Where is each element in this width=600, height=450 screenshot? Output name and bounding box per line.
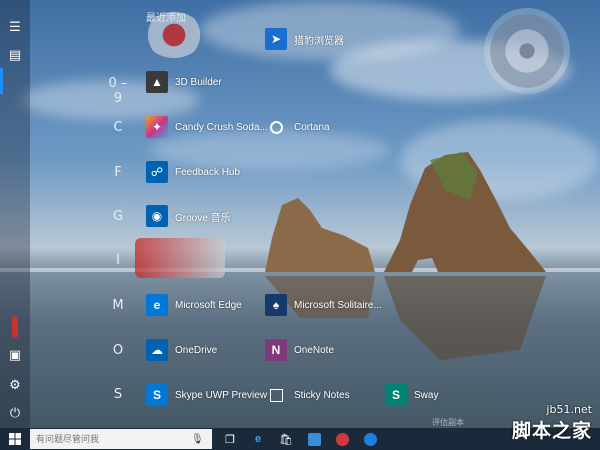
onenote-icon: N xyxy=(265,339,287,361)
power-icon[interactable]: ⏻ xyxy=(0,398,30,428)
skype-icon: S xyxy=(146,384,168,406)
cheetah-browser-icon: ➤ xyxy=(265,28,287,50)
sticky-notes-icon xyxy=(265,384,287,406)
section-letter-o[interactable]: O xyxy=(108,343,128,358)
solitaire-icon: ♠ xyxy=(265,294,287,316)
app-skype[interactable]: S Skype UWP Preview xyxy=(146,380,267,410)
app-microsoft-edge[interactable]: e Microsoft Edge xyxy=(146,290,242,320)
app-icon-2[interactable] xyxy=(328,428,356,450)
app-onedrive[interactable]: ☁ OneDrive xyxy=(146,335,217,365)
app-cortana[interactable]: Cortana xyxy=(265,112,330,142)
edge-icon: e xyxy=(146,294,168,316)
search-input[interactable] xyxy=(36,434,191,444)
candy-crush-icon: ✦ xyxy=(146,116,168,138)
section-letter-g[interactable]: G xyxy=(108,209,128,224)
onedrive-icon: ☁ xyxy=(146,339,168,361)
cortana-search-box[interactable]: 🎙 xyxy=(30,429,212,449)
taskbar: 🎙 ❐ e 🛍 xyxy=(0,428,600,450)
user-icon[interactable] xyxy=(0,312,30,342)
section-letter-c[interactable]: C xyxy=(108,120,128,135)
cortana-icon xyxy=(265,116,287,138)
section-letter-f[interactable]: F xyxy=(108,165,128,180)
app-onenote[interactable]: N OneNote xyxy=(265,335,334,365)
app-cheetah-browser[interactable]: ➤ 猎豹浏览器 xyxy=(265,24,344,54)
documents-icon[interactable]: ▣ xyxy=(0,340,30,370)
store-icon[interactable]: 🛍 xyxy=(272,428,300,450)
app-microsoft-solitaire[interactable]: ♠ Microsoft Solitaire... xyxy=(265,290,382,320)
3d-builder-icon: ▲ xyxy=(146,71,168,93)
settings-icon[interactable]: ⚙ xyxy=(0,370,30,400)
ghost-swirl xyxy=(484,8,570,94)
watermark-name: 脚本之家 xyxy=(511,421,592,442)
app-groove-music[interactable]: ◉ Groove 音乐 xyxy=(146,201,231,231)
app-icon-3[interactable] xyxy=(356,428,384,450)
all-apps-icon[interactable]: ▤ xyxy=(0,40,30,70)
watermark-site: jb51.net xyxy=(546,403,592,416)
app-candy-crush[interactable]: ✦ Candy Crush Soda... xyxy=(146,112,268,142)
groove-music-icon: ◉ xyxy=(146,205,168,227)
hamburger-menu-icon[interactable]: ☰ xyxy=(0,12,30,42)
ghost-swirl xyxy=(135,238,225,278)
app-sway[interactable]: S Sway xyxy=(385,380,438,410)
evaluation-copy-text: 评估副本 xyxy=(432,418,464,427)
windows-logo-icon xyxy=(9,433,21,445)
section-letter-s[interactable]: S xyxy=(108,387,128,402)
feedback-hub-icon: ☍ xyxy=(146,161,168,183)
start-rail: ☰ ▤ ▣ ⚙ ⏻ xyxy=(0,0,30,428)
recently-added-heading: 最近添加 xyxy=(146,13,186,24)
site-watermark: jb51.net 脚本之家 xyxy=(512,403,592,443)
section-letter-m[interactable]: M xyxy=(108,298,128,313)
edge-icon[interactable]: e xyxy=(244,428,272,450)
selected-indicator xyxy=(0,68,3,94)
app-feedback-hub[interactable]: ☍ Feedback Hub xyxy=(146,157,240,187)
app-icon[interactable] xyxy=(300,428,328,450)
section-letter-0-9[interactable]: 0 – 9 xyxy=(104,76,132,106)
windows-start-button[interactable] xyxy=(0,428,30,450)
section-letter-i[interactable]: I xyxy=(108,253,128,268)
sway-icon: S xyxy=(385,384,407,406)
task-view-icon[interactable]: ❐ xyxy=(216,428,244,450)
app-sticky-notes[interactable]: Sticky Notes xyxy=(265,380,350,410)
app-3d-builder[interactable]: ▲ 3D Builder xyxy=(146,67,222,97)
microphone-icon[interactable]: 🎙 xyxy=(191,434,204,445)
